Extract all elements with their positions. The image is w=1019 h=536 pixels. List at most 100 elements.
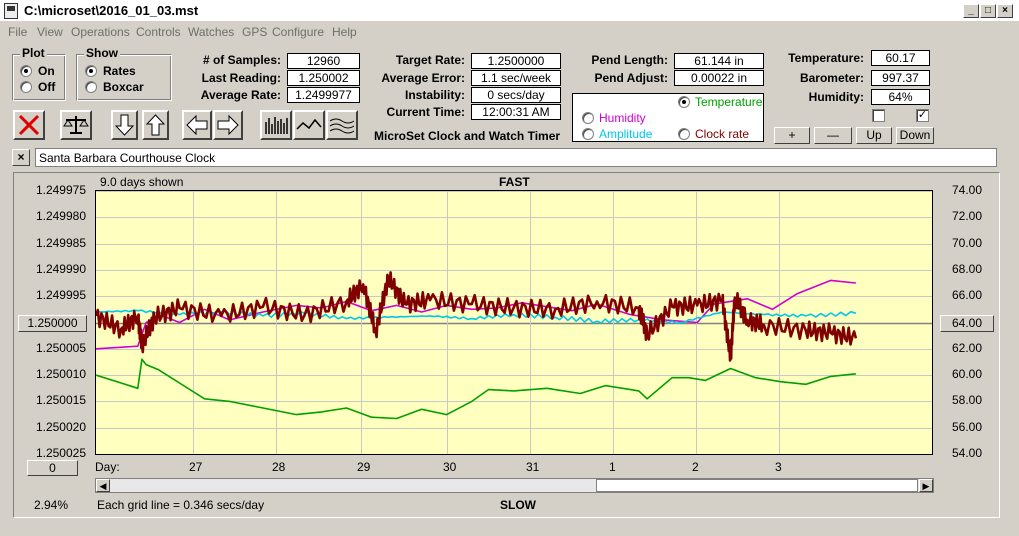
- x-axis-tick-label: 28: [272, 460, 286, 474]
- humidity-series-label: Humidity: [599, 111, 646, 125]
- x-axis-tick-label: 2: [692, 460, 699, 474]
- window-title: C:\microset\2016_01_03.mst: [24, 3, 199, 18]
- checkbox-left[interactable]: [872, 109, 885, 122]
- menu-view[interactable]: View: [37, 25, 63, 39]
- scroll-up-button[interactable]: [142, 110, 169, 140]
- plot-on-radio[interactable]: [20, 65, 32, 77]
- scrollbar-thumb[interactable]: [596, 479, 918, 492]
- plot-area: [95, 190, 933, 455]
- line-view-button[interactable]: [293, 110, 325, 140]
- show-rates-radio[interactable]: [85, 65, 97, 77]
- right-axis-tick-label: 74.00: [951, 183, 982, 197]
- clear-name-button[interactable]: ×: [12, 149, 30, 166]
- menu-gps[interactable]: GPS: [242, 25, 267, 39]
- scroll-left-arrow-icon[interactable]: ◀: [96, 479, 110, 492]
- menu-bar: File View Operations Controls Watches GP…: [0, 22, 1019, 42]
- current-time-field: 12:00:31 AM: [471, 104, 561, 120]
- menu-help[interactable]: Help: [332, 25, 357, 39]
- plus-button[interactable]: +: [774, 127, 810, 144]
- clock-rate-series-radio[interactable]: [678, 128, 690, 140]
- pend-length-label: Pend Length:: [591, 53, 668, 67]
- left-axis-tick-label: 1.249995: [35, 288, 86, 302]
- amplitude-series-radio[interactable]: [582, 128, 594, 140]
- target-rate-label: Target Rate:: [395, 53, 465, 67]
- temperature-series-line: [96, 358, 856, 420]
- pend-length-field: 61.144 in: [674, 53, 764, 69]
- pend-adjust-field: 0.00022 in: [674, 70, 764, 86]
- x-axis-tick-label: 27: [189, 460, 203, 474]
- scroll-left-button[interactable]: [182, 110, 212, 140]
- scroll-right-arrow-icon[interactable]: ▶: [919, 479, 933, 492]
- scroll-right-button[interactable]: [213, 110, 243, 140]
- left-axis-tick-label: 1.249990: [35, 262, 86, 276]
- show-boxcar-radio[interactable]: [85, 81, 97, 93]
- humidity-label: Humidity:: [808, 90, 864, 104]
- stop-button[interactable]: [13, 110, 45, 140]
- left-axis-tick-label: 1.249980: [35, 209, 86, 223]
- avg-error-field: 1.1 sec/week: [471, 70, 561, 86]
- temperature-series-radio[interactable]: [678, 96, 690, 108]
- plot-off-label: Off: [38, 80, 56, 94]
- x-axis-tick-label: 3: [775, 460, 782, 474]
- show-group-title: Show: [84, 46, 120, 60]
- minus-button[interactable]: —: [814, 127, 852, 144]
- humidity-field: 64%: [871, 89, 930, 105]
- clock-name-input[interactable]: Santa Barbara Courthouse Clock: [35, 148, 997, 167]
- temperature-series-label: Temperature: [695, 95, 763, 109]
- maximize-button[interactable]: □: [980, 4, 996, 18]
- menu-operations[interactable]: Operations: [71, 25, 130, 39]
- plot-group-title: Plot: [20, 46, 47, 60]
- minimize-button[interactable]: _: [963, 4, 979, 18]
- checkbox-right[interactable]: ✓: [916, 109, 929, 122]
- barometer-label: Barometer:: [799, 71, 864, 85]
- arrow-left-icon: [186, 114, 208, 136]
- close-button[interactable]: ×: [997, 4, 1013, 18]
- left-axis-tick-label: 1.249985: [35, 236, 86, 250]
- bar-view-button[interactable]: [260, 110, 292, 140]
- x-axis-tick-label: 29: [357, 460, 371, 474]
- samples-field: 12960: [287, 53, 360, 69]
- app-name: MicroSet Clock and Watch Timer: [374, 129, 561, 143]
- target-rate-field: 1.2500000: [471, 53, 561, 69]
- arrow-up-icon: [145, 114, 166, 136]
- left-reference-button[interactable]: 1.250000: [18, 315, 87, 332]
- humidity-series-radio[interactable]: [582, 112, 594, 124]
- right-axis-tick-label: 66.00: [951, 288, 982, 302]
- samples-label: # of Samples:: [202, 53, 281, 67]
- menu-controls[interactable]: Controls: [136, 25, 181, 39]
- right-axis-tick-label: 54.00: [951, 446, 982, 460]
- menu-file[interactable]: File: [8, 25, 27, 39]
- down-button[interactable]: Down: [896, 127, 934, 144]
- current-time-label: Current Time:: [386, 105, 465, 119]
- balance-scale-icon: [63, 116, 89, 134]
- right-axis-tick-label: 72.00: [951, 209, 982, 223]
- menu-configure[interactable]: Configure: [272, 25, 324, 39]
- pend-adjust-label: Pend Adjust:: [594, 71, 668, 85]
- left-axis-tick-label: 1.250025: [35, 446, 86, 460]
- menu-watches[interactable]: Watches: [188, 25, 234, 39]
- horizontal-scrollbar[interactable]: ◀ ▶: [95, 478, 934, 493]
- right-reference-button[interactable]: 64.00: [940, 315, 994, 332]
- chart-svg: [96, 191, 932, 454]
- temperature-field: 60.17: [871, 50, 930, 66]
- percent-label: 2.94%: [34, 498, 69, 512]
- days-shown-label: 9.0 days shown: [100, 175, 184, 189]
- scroll-down-button[interactable]: [111, 110, 138, 140]
- multi-line-view-button[interactable]: [326, 110, 358, 140]
- wave-line-icon: [296, 118, 322, 130]
- amplitude-series-label: Amplitude: [599, 127, 653, 141]
- arrow-right-icon: [217, 114, 239, 136]
- grid-note-label: Each grid line = 0.346 secs/day: [97, 498, 265, 512]
- clock-rate-series-line: [96, 271, 858, 362]
- x-axis-tick-label: 1: [609, 460, 616, 474]
- last-reading-label: Last Reading:: [201, 71, 281, 85]
- instability-label: Instability:: [404, 88, 465, 102]
- show-boxcar-label: Boxcar: [103, 80, 144, 94]
- plot-off-radio[interactable]: [20, 81, 32, 93]
- balance-button[interactable]: [60, 110, 92, 140]
- red-x-icon: [18, 114, 40, 136]
- barometer-field: 997.37: [871, 70, 930, 86]
- up-button[interactable]: Up: [856, 127, 892, 144]
- x-axis-tick-label: 31: [526, 460, 540, 474]
- offset-button[interactable]: 0: [27, 460, 78, 476]
